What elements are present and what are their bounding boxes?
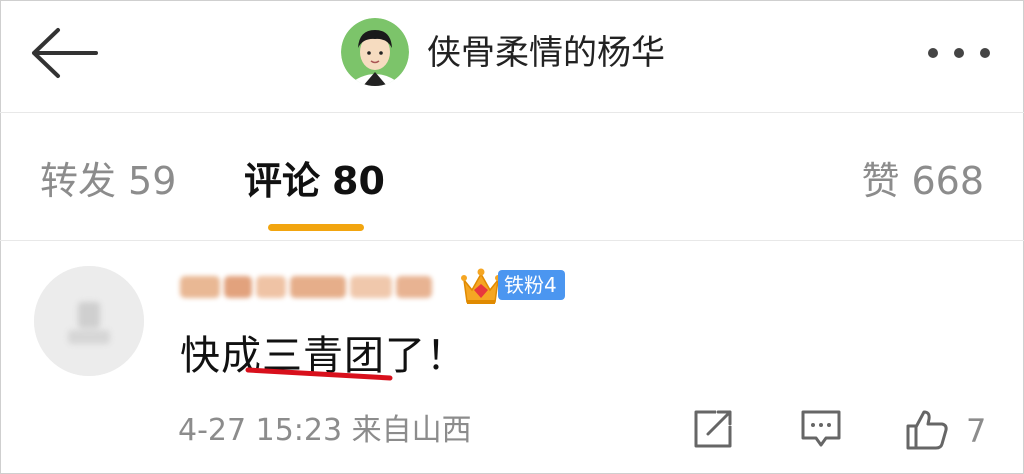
more-horizontal-icon[interactable] <box>928 44 998 62</box>
arrow-left-icon[interactable] <box>28 26 98 80</box>
blur-chunk <box>224 276 252 298</box>
avatar[interactable] <box>341 18 409 86</box>
thumb-up-icon[interactable] <box>904 406 950 452</box>
header-divider <box>0 112 1024 113</box>
default-user-icon <box>34 266 144 376</box>
like-count: 7 <box>966 412 987 450</box>
fan-badge[interactable]: 铁粉4 <box>460 262 565 308</box>
red-underline-mark <box>245 367 393 381</box>
crown-icon <box>461 268 501 304</box>
active-tab-indicator <box>268 224 364 231</box>
comment-source: 来自山西 <box>351 413 472 448</box>
tab-comment-count: 80 <box>332 159 385 203</box>
avatar-image <box>341 18 409 86</box>
commenter-avatar[interactable] <box>34 266 144 376</box>
tab-repost-count: 59 <box>128 159 177 203</box>
tab-like[interactable]: 赞 668 <box>861 156 984 206</box>
fan-level-label: 铁粉4 <box>498 270 565 300</box>
share-icon[interactable] <box>690 406 736 452</box>
more-dot <box>954 48 964 58</box>
blur-chunk <box>290 276 346 298</box>
tab-comment-label: 评论 <box>244 159 321 203</box>
tab-repost-label: 转发 <box>40 159 117 203</box>
comment-meta: 4-27 15:23 来自山西 <box>178 410 472 452</box>
top-bar: 侠骨柔情的杨华 <box>0 0 1024 112</box>
commenter-name-blurred[interactable] <box>180 268 450 306</box>
tab-repost[interactable]: 转发 59 <box>40 156 176 206</box>
tab-like-label: 赞 <box>861 159 900 203</box>
tab-comment[interactable]: 评论 80 <box>244 156 385 206</box>
more-dot <box>928 48 938 58</box>
tab-like-count: 668 <box>911 159 984 203</box>
comment-icon[interactable] <box>798 406 844 452</box>
blur-chunk <box>256 276 286 298</box>
tabs-divider <box>0 240 1024 241</box>
more-dot <box>980 48 990 58</box>
comment-time: 4-27 15:23 <box>178 413 343 448</box>
blur-chunk <box>350 276 392 298</box>
page-title: 侠骨柔情的杨华 <box>427 33 665 73</box>
blur-chunk <box>396 276 432 298</box>
blur-chunk <box>180 276 220 298</box>
